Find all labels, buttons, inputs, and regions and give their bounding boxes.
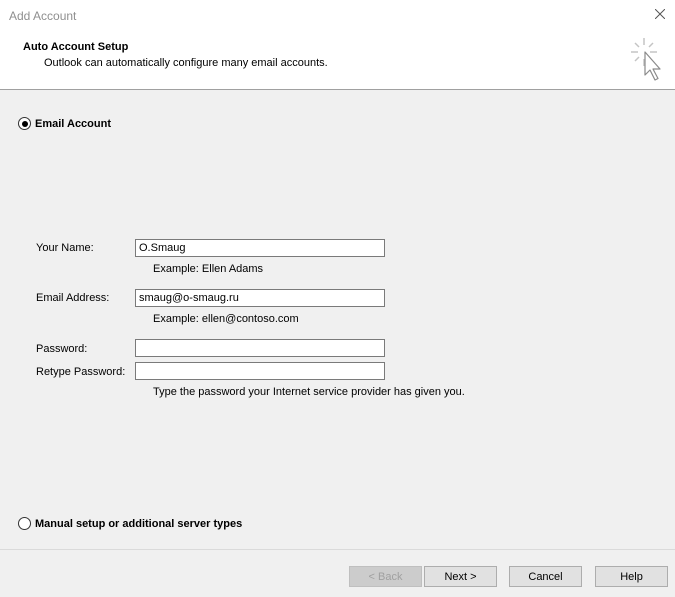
dialog-footer: < Back Next > Cancel Help bbox=[0, 550, 675, 597]
window-title: Add Account bbox=[9, 9, 77, 23]
retype-password-label: Retype Password: bbox=[36, 366, 126, 378]
email-account-radio[interactable] bbox=[18, 117, 31, 130]
your-name-hint: Example: Ellen Adams bbox=[153, 263, 264, 275]
email-address-label: Email Address: bbox=[36, 292, 110, 304]
your-name-label: Your Name: bbox=[36, 242, 94, 254]
back-button[interactable]: < Back bbox=[349, 566, 422, 587]
cancel-button[interactable]: Cancel bbox=[509, 566, 582, 587]
email-account-label: Email Account bbox=[35, 117, 111, 130]
retype-password-input[interactable] bbox=[135, 362, 385, 380]
close-button[interactable] bbox=[645, 0, 675, 30]
your-name-input[interactable] bbox=[135, 239, 385, 257]
help-button[interactable]: Help bbox=[595, 566, 668, 587]
title-bar: Add Account bbox=[0, 0, 675, 31]
password-input[interactable] bbox=[135, 339, 385, 357]
close-icon bbox=[654, 8, 666, 22]
email-address-input[interactable] bbox=[135, 289, 385, 307]
manual-setup-label: Manual setup or additional server types bbox=[35, 517, 243, 530]
email-account-option[interactable]: Email Account bbox=[18, 117, 111, 130]
password-hint: Type the password your Internet service … bbox=[153, 386, 465, 398]
dialog-header: Auto Account Setup Outlook can automatic… bbox=[0, 31, 675, 90]
header-subtitle: Outlook can automatically configure many… bbox=[44, 57, 328, 69]
manual-setup-option[interactable]: Manual setup or additional server types bbox=[18, 517, 242, 530]
manual-setup-radio[interactable] bbox=[18, 517, 31, 530]
header-title: Auto Account Setup bbox=[23, 41, 129, 53]
email-address-hint: Example: ellen@contoso.com bbox=[153, 313, 299, 325]
cursor-sparkle-icon bbox=[628, 35, 668, 90]
main-panel: Email Account Your Name: Example: Ellen … bbox=[0, 90, 675, 549]
next-button[interactable]: Next > bbox=[424, 566, 497, 587]
password-label: Password: bbox=[36, 343, 88, 355]
